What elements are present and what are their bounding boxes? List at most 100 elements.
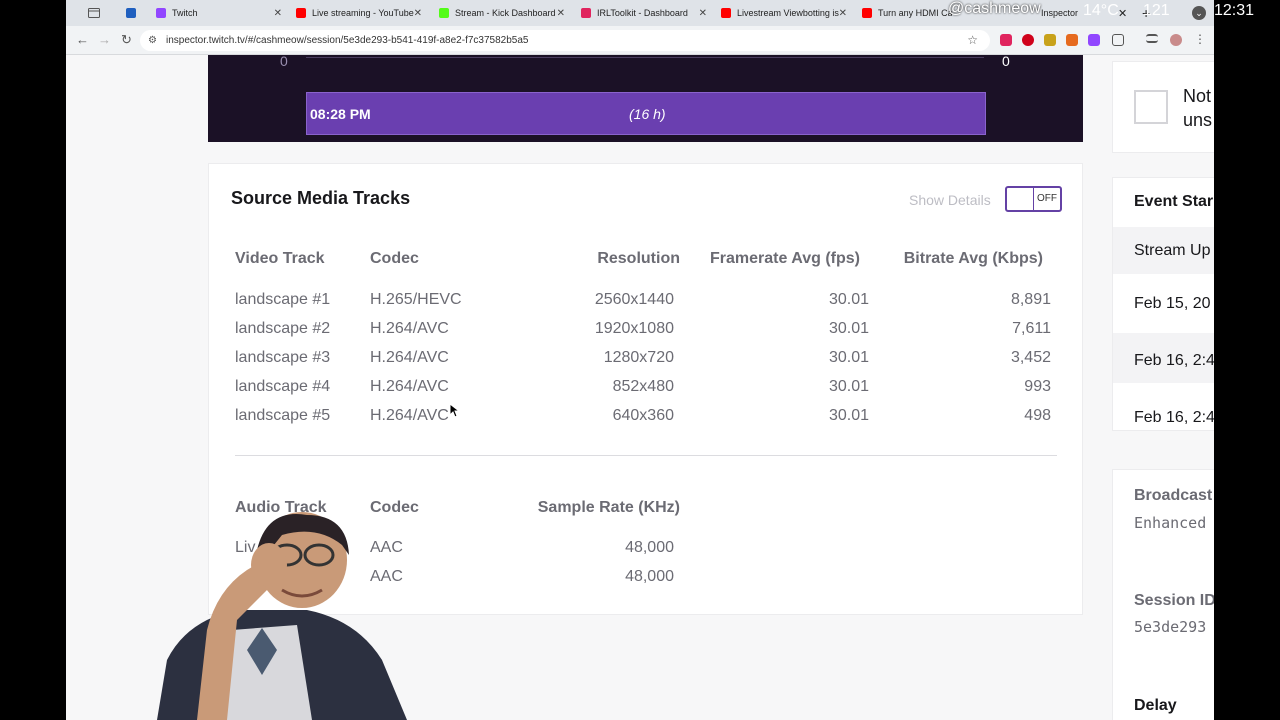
tab-twitch[interactable]: Twitch ✕ [156, 3, 284, 23]
track-name: landscape #3 [235, 349, 331, 366]
menu-kebab-icon[interactable]: ⋮ [1194, 32, 1206, 46]
tab-label: IRLToolkit - Dashboard [597, 8, 688, 18]
track-name: landscape #2 [235, 320, 331, 337]
close-icon[interactable]: ✕ [699, 8, 707, 19]
session-id-label: Session ID [1134, 592, 1214, 609]
system-clock: 12:31 [1214, 2, 1255, 19]
profile-avatar-icon[interactable] [1170, 34, 1182, 46]
site-info-icon[interactable]: ⚙ [148, 35, 157, 46]
browser-toolbar: ← → ↻ ⚙ inspector.twitch.tv/#/cashmeow/s… [66, 26, 1214, 55]
notification-card: Not uns [1112, 61, 1214, 153]
tab-label: Stream - Kick Dashboard [455, 8, 556, 18]
track-resolution: 1920x1080 [594, 320, 674, 337]
chevron-down-icon[interactable]: ⌄ [1192, 6, 1206, 20]
track-framerate: 30.01 [828, 378, 869, 395]
delay-label: Delay [1134, 697, 1177, 714]
close-icon[interactable]: ✕ [414, 8, 422, 19]
session-duration: (16 h) [629, 106, 666, 122]
irltoolkit-favicon-icon [581, 8, 591, 18]
track-resolution: 852x480 [612, 378, 674, 395]
mouse-cursor-icon [450, 404, 460, 418]
track-codec: H.264/AVC [370, 320, 449, 337]
column-header: Codec [370, 250, 419, 267]
timeline-left-value: 0 [280, 55, 288, 69]
broadcaster-value: Enhanced [1134, 514, 1207, 532]
track-codec: H.264/AVC [370, 378, 449, 395]
column-header: Video Track [235, 250, 325, 267]
column-header: Sample Rate (KHz) [537, 499, 680, 516]
track-resolution: 1280x720 [603, 349, 674, 366]
track-bitrate: 3,452 [1010, 349, 1051, 366]
session-start-time: 08:28 PM [310, 106, 371, 122]
tab-viewbotting[interactable]: Livestream Viewbotting is ✕ [721, 3, 849, 23]
tab-label: Inspector [1041, 8, 1079, 18]
track-name: landscape #5 [235, 407, 331, 424]
track-bitrate: 8,891 [1010, 291, 1051, 308]
track-resolution: 640x360 [612, 407, 674, 424]
track-framerate: 30.01 [828, 320, 869, 337]
right-column: Not uns Event Star Stream Up Feb 15, 20 … [1112, 55, 1214, 720]
timeline-session-bar[interactable]: 08:28 PM (16 h) [306, 92, 986, 135]
show-details-label: Show Details [909, 192, 991, 208]
track-name: landscape #1 [235, 291, 331, 308]
event-row: Feb 15, 20 [1134, 295, 1211, 312]
track-name: landscape #4 [235, 378, 331, 395]
stream-handle-overlay: @cashmeow [948, 0, 1041, 17]
tab-bar: Twitch ✕ Live streaming - YouTube ✕ Stre… [66, 0, 1214, 26]
notification-text: Not [1183, 86, 1212, 106]
tab-list-icon[interactable] [88, 3, 102, 23]
tab-irltoolkit[interactable]: IRLToolkit - Dashboard ✕ [581, 3, 709, 23]
column-header: Resolution [597, 250, 680, 267]
url-text: inspector.twitch.tv/#/cashmeow/session/5… [166, 35, 529, 46]
section-divider [235, 455, 1057, 456]
show-details-toggle[interactable]: OFF [1005, 186, 1062, 212]
track-framerate: 30.01 [828, 291, 869, 308]
event-row: Stream Up [1134, 242, 1211, 259]
column-header: Framerate Avg (fps) [710, 250, 860, 267]
event-row: Feb 16, 2:4 [1134, 409, 1214, 426]
close-icon[interactable]: ✕ [839, 8, 847, 19]
tab-label: Twitch [172, 8, 198, 18]
event-title: Event Star [1134, 193, 1214, 210]
notification-checkbox[interactable] [1134, 90, 1168, 124]
close-icon[interactable]: ✕ [557, 8, 565, 19]
forward-icon[interactable]: → [98, 32, 111, 47]
extension-icon[interactable] [1000, 34, 1012, 46]
tab-kick-dashboard[interactable]: Stream - Kick Dashboard ✕ [439, 3, 567, 23]
session-id-value: 5e3de293 [1134, 618, 1207, 636]
event-row: Feb 16, 2:4 [1134, 352, 1214, 369]
track-sample-rate: 48,000 [625, 539, 674, 556]
address-bar[interactable]: ⚙ inspector.twitch.tv/#/cashmeow/session… [140, 30, 990, 51]
track-resolution: 2560x1440 [594, 291, 674, 308]
youtube-favicon-icon [862, 8, 872, 18]
card-title: Source Media Tracks [231, 188, 411, 208]
kick-favicon-icon [439, 8, 449, 18]
column-header: Bitrate Avg (Kbps) [903, 250, 1043, 267]
tab-hdmi-cam[interactable]: Turn any HDMI Cam [862, 3, 952, 23]
bookmark-star-icon[interactable]: ☆ [967, 33, 978, 47]
toggle-knob [1007, 188, 1034, 210]
timeline-axis [306, 55, 984, 58]
tab-label: Turn any HDMI Cam [878, 8, 952, 18]
reading-list-icon[interactable] [1146, 34, 1158, 43]
tab-pinned[interactable] [126, 3, 150, 23]
extension-icon[interactable] [1088, 34, 1100, 46]
os-counter: 121 [1143, 2, 1170, 19]
extensions-puzzle-icon[interactable] [1112, 34, 1124, 46]
reload-icon[interactable]: ↻ [121, 32, 132, 48]
extension-icon[interactable] [1066, 34, 1078, 46]
track-bitrate: 993 [1024, 378, 1051, 395]
tab-close-icon[interactable]: ✕ [1118, 3, 1132, 23]
youtube-favicon-icon [296, 8, 306, 18]
tab-label: Livestream Viewbotting is [737, 8, 839, 18]
back-icon[interactable]: ← [76, 32, 89, 47]
extension-icon[interactable] [1022, 34, 1034, 46]
event-start-card: Event Star Stream Up Feb 15, 20 Feb 16, … [1112, 177, 1214, 431]
extension-icon[interactable] [1044, 34, 1056, 46]
close-icon[interactable]: ✕ [274, 8, 282, 19]
tab-label: Live streaming - YouTube [312, 8, 414, 18]
track-sample-rate: 48,000 [625, 568, 674, 585]
notification-text: uns [1183, 110, 1213, 130]
pinned-tab-icon [126, 8, 136, 18]
tab-youtube-live[interactable]: Live streaming - YouTube ✕ [296, 3, 424, 23]
